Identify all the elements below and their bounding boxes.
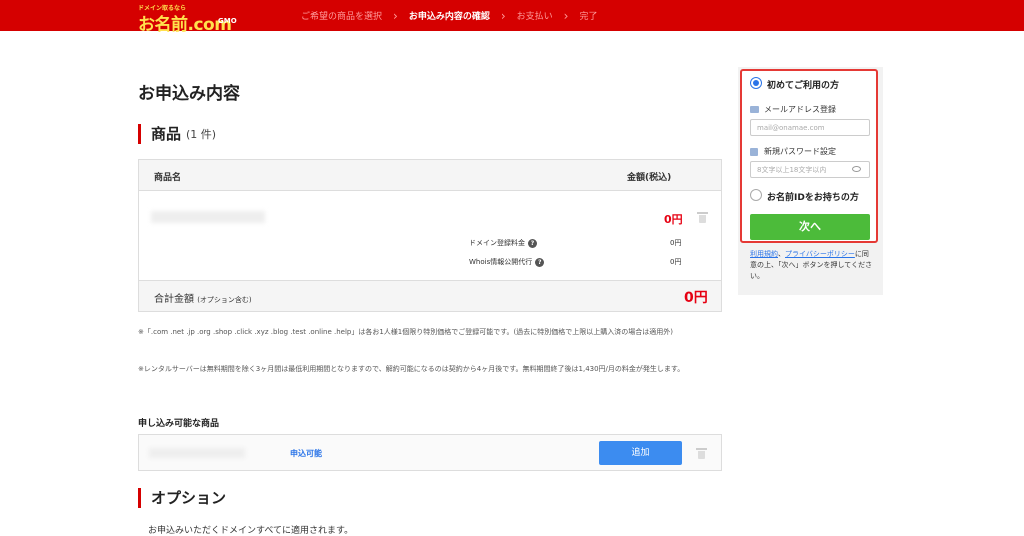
add-button[interactable]: 追加 — [599, 441, 682, 465]
eye-icon[interactable] — [852, 166, 861, 172]
email-label-row: メールアドレス登録 — [750, 104, 836, 115]
section-accent-bar — [138, 123, 141, 144]
total-label: 合計金額 (オプション含む) — [154, 294, 252, 305]
trash-icon[interactable] — [697, 211, 708, 223]
col-product-name: 商品名 — [154, 173, 182, 183]
help-icon[interactable]: ? — [528, 238, 537, 248]
terms-link[interactable]: 利用規約 — [750, 250, 778, 258]
fee-label: Whois情報公開代行 — [469, 258, 533, 266]
privacy-policy-link[interactable]: プライバシーポリシー — [785, 250, 855, 258]
page-title: お申込み内容 — [138, 84, 240, 104]
section-accent-bar — [138, 487, 141, 508]
total-value: 0円 — [684, 290, 708, 306]
total-row: 合計金額 (オプション含む) 0円 — [139, 280, 721, 311]
available-product-name-redacted — [149, 448, 245, 458]
option-title: オプション — [151, 489, 227, 507]
next-button[interactable]: 次へ — [750, 214, 870, 240]
available-product-row: 申込可能 追加 — [138, 434, 722, 471]
availability-status: 申込可能 — [290, 449, 322, 458]
lock-icon — [750, 147, 758, 156]
product-name-redacted — [151, 211, 265, 223]
help-icon[interactable]: ? — [535, 257, 545, 267]
products-count: (1 件) — [186, 127, 217, 141]
password-label-row: 新規パスワード設定 — [750, 146, 836, 157]
first-time-label[interactable]: 初めてご利用の方 — [767, 78, 839, 91]
note-special-price: ※「.com .net .jp .org .shop .click .xyz .… — [138, 328, 674, 336]
product-table-header: 商品名 金額(税込) — [139, 160, 721, 191]
option-section-header: オプション — [138, 487, 226, 508]
product-table: 商品名 金額(税込) 0円 ドメイン登録料金 ? 0円 Whois情報公開代行 … — [138, 159, 722, 312]
available-products-title: 申し込み可能な商品 — [138, 419, 220, 429]
products-title: 商品 — [151, 125, 182, 143]
products-section-header: 商品 (1 件) — [138, 123, 216, 144]
email-field[interactable] — [750, 119, 870, 136]
product-price: 0円 — [664, 213, 683, 226]
terms-separator: 、 — [778, 250, 785, 258]
step-complete: 完了 — [579, 12, 598, 22]
product-row: 0円 ドメイン登録料金 ? 0円 Whois情報公開代行 ? 0円 — [139, 191, 721, 282]
fee-domain-registration: ドメイン登録料金 ? — [469, 238, 537, 248]
has-id-label[interactable]: お名前IDをお持ちの方 — [767, 190, 859, 203]
mail-icon — [750, 106, 759, 113]
trash-icon[interactable] — [696, 447, 707, 459]
first-time-radio[interactable] — [750, 77, 762, 89]
option-description: お申込みいただくドメインすべてに適用されます。 — [148, 526, 354, 536]
password-label: 新規パスワード設定 — [764, 147, 836, 156]
logo-gmo: GMO — [218, 17, 237, 25]
onamae-logo[interactable]: ドメイン取るなら お名前.com GMO — [138, 3, 242, 35]
col-price: 金額(税込) — [627, 173, 672, 183]
terms-notice: 利用規約、プライバシーポリシーに同意の上、「次へ」ボタンを押してください。 — [750, 249, 875, 282]
fee-whois-privacy: Whois情報公開代行 ? — [469, 257, 545, 267]
step-select: ご希望の商品を選択 — [301, 12, 383, 22]
top-header: ドメイン取るなら お名前.com GMO ご希望の商品を選択 › お申込み内容の… — [0, 0, 1024, 35]
progress-steps: ご希望の商品を選択 › お申込み内容の確認 › お支払い › 完了 — [290, 0, 609, 31]
fee-value: 0円 — [670, 258, 682, 266]
total-note: (オプション含む) — [197, 296, 252, 304]
step-payment: お支払い — [516, 12, 553, 22]
email-label: メールアドレス登録 — [764, 105, 836, 114]
note-server-term: ※レンタルサーバーは無料期間を除く3ヶ月間は最低利用期間となりますので、解約可能… — [138, 365, 685, 373]
fee-label: ドメイン登録料金 — [469, 239, 525, 247]
step-confirm: お申込み内容の確認 — [408, 12, 490, 22]
fee-value: 0円 — [670, 239, 682, 247]
has-id-radio[interactable] — [750, 189, 762, 201]
